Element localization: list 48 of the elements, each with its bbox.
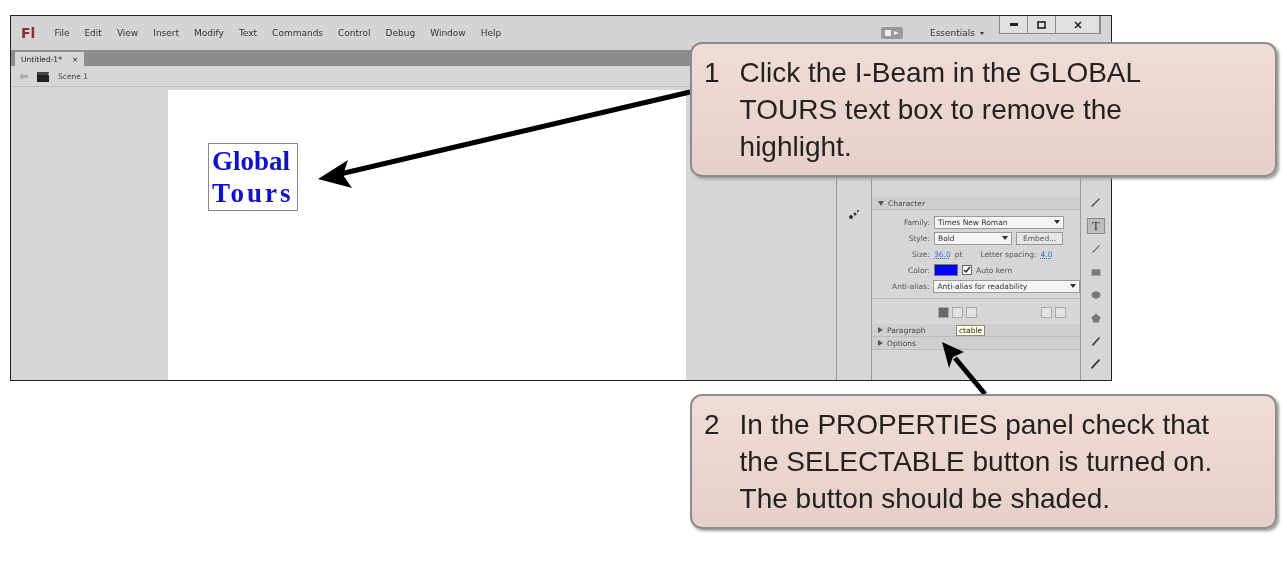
menu-item[interactable]: Window — [430, 28, 466, 38]
text-option-button[interactable] — [952, 307, 963, 318]
menu-item[interactable]: View — [116, 28, 139, 38]
caret-icon — [1070, 284, 1076, 288]
menu-item[interactable]: Debug — [385, 28, 416, 38]
menu-item[interactable]: Text — [238, 28, 258, 38]
back-arrow-icon — [19, 72, 28, 80]
app-logo: Fl — [21, 25, 36, 41]
menu-item[interactable]: File — [54, 28, 70, 38]
collapse-triangle-icon — [878, 327, 883, 333]
close-icon — [1073, 20, 1082, 29]
check-icon — [963, 266, 971, 274]
step-number: 1 — [704, 56, 720, 90]
text-option-button[interactable] — [938, 307, 949, 318]
menu-item[interactable]: Insert — [153, 28, 180, 38]
caret-icon — [1054, 220, 1060, 224]
motion-presets-icon — [849, 209, 859, 219]
polygon-icon — [1089, 311, 1103, 325]
expand-triangle-icon — [878, 200, 884, 206]
close-button[interactable] — [1056, 16, 1100, 33]
stage-text: Global — [212, 145, 292, 177]
caret-icon — [980, 31, 984, 35]
maximize-button[interactable] — [1028, 16, 1056, 33]
color-swatch[interactable] — [934, 264, 958, 276]
menu-item[interactable]: Control — [338, 28, 371, 38]
text-box[interactable]: Global Tours — [208, 143, 298, 211]
stage-text: Tours — [212, 177, 294, 209]
step-number: 2 — [704, 408, 720, 442]
minimize-icon — [1009, 23, 1018, 26]
checkbox[interactable] — [962, 265, 972, 275]
step-text: Click the I-Beam in the GLOBAL TOURS text box to remove the highlight. — [739, 56, 1142, 164]
clapperboard-icon — [36, 70, 50, 82]
text-tool[interactable]: T — [1087, 218, 1105, 234]
caret-icon — [1002, 236, 1008, 240]
workspace-menu[interactable]: Essentials — [929, 28, 975, 38]
subscript-button[interactable] — [1055, 307, 1066, 318]
menu-item[interactable]: Modify — [194, 28, 224, 38]
step-text: In the PROPERTIES panel check that the SELECTABLE button is turned on. The button should be shaded. — [739, 408, 1214, 516]
maximize-icon — [1037, 20, 1046, 29]
collapse-triangle-icon — [878, 340, 883, 346]
pointer-arrow — [942, 342, 987, 396]
menu-item[interactable]: Edit — [84, 28, 102, 38]
menu-item[interactable]: Help — [480, 28, 502, 38]
superscript-button[interactable] — [1041, 307, 1052, 318]
menu-item[interactable]: Commands — [272, 28, 324, 38]
workspace-switch-icon — [880, 27, 903, 39]
minimize-button[interactable] — [1000, 16, 1028, 33]
text-option-button[interactable] — [966, 307, 977, 318]
